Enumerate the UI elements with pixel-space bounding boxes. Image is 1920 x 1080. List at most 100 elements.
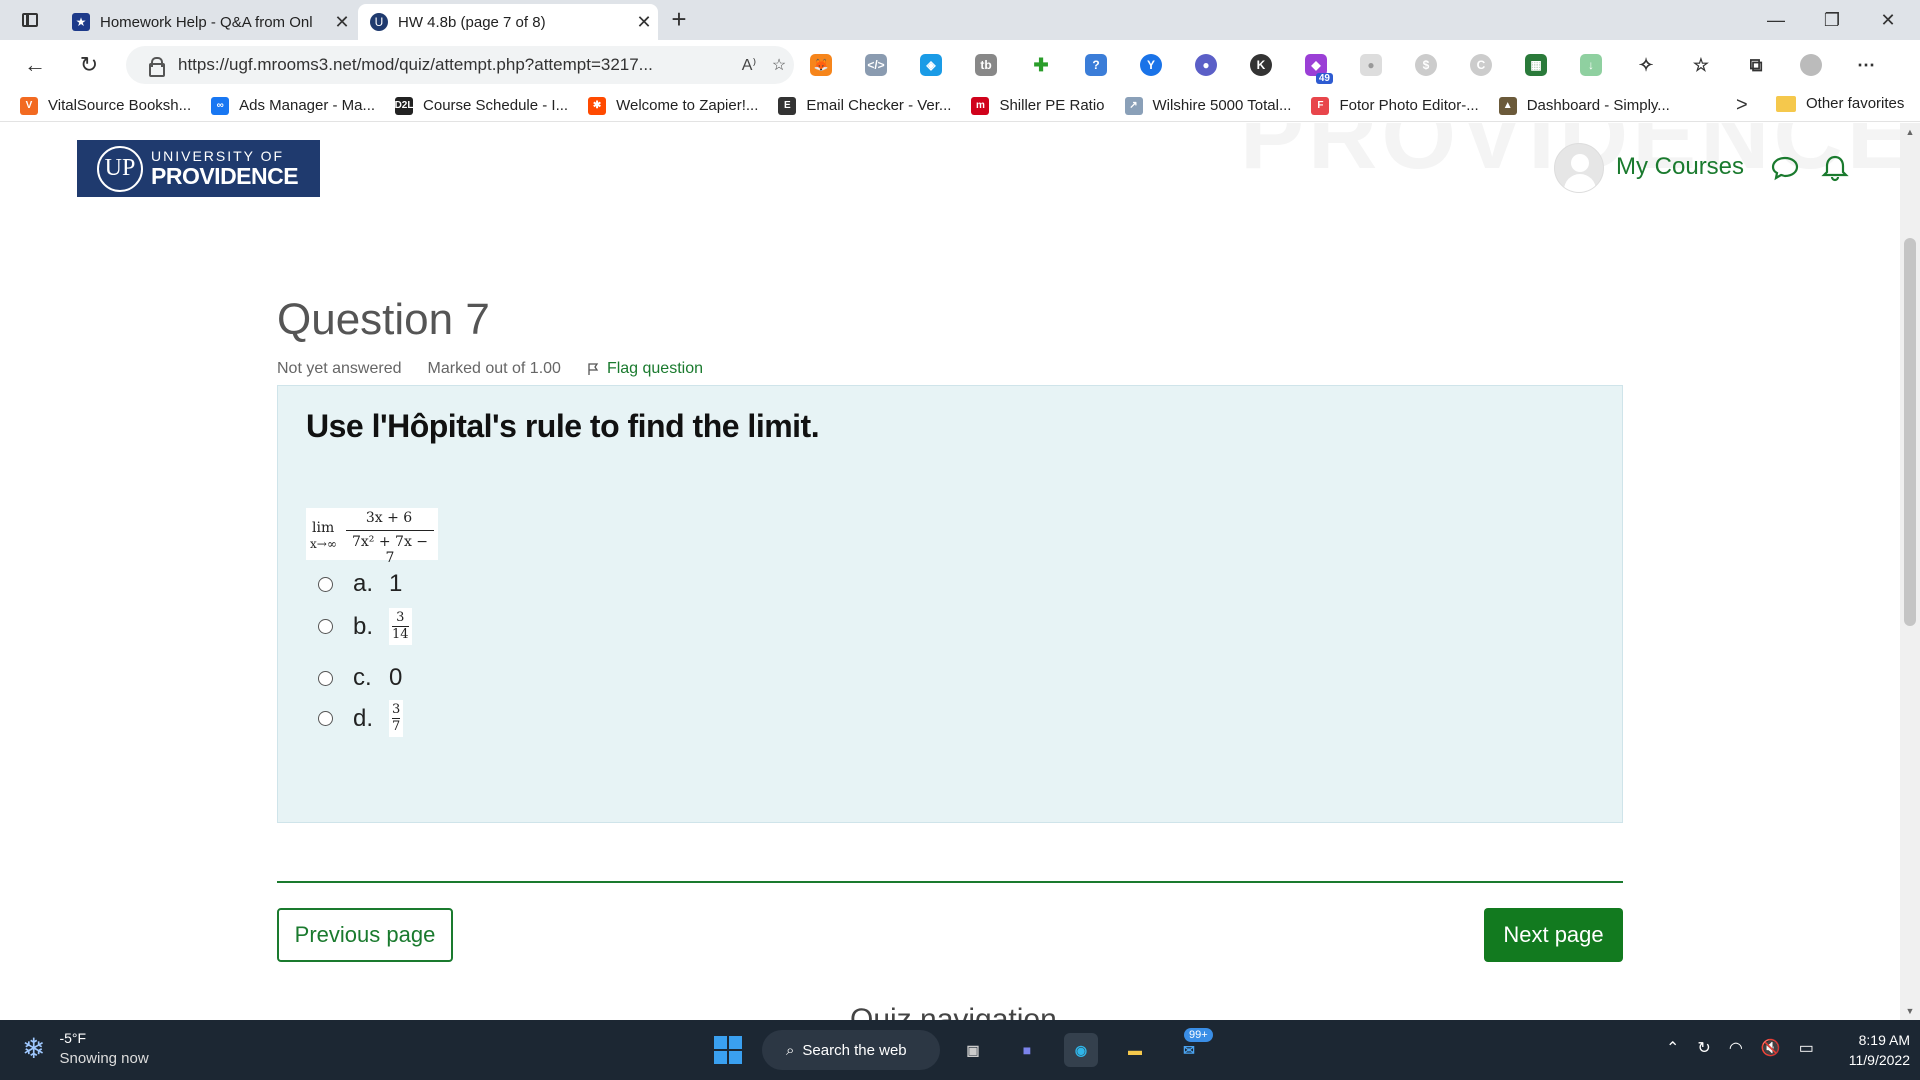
weather-status: Snowing now bbox=[59, 1050, 149, 1067]
formula-numerator: 3x + 6 bbox=[365, 510, 413, 526]
battery-icon[interactable]: ▭ bbox=[1799, 1038, 1814, 1058]
metamask-icon[interactable]: 🦊 bbox=[810, 54, 832, 76]
radio-button[interactable] bbox=[318, 619, 333, 634]
edge-browser-icon[interactable]: ◉ bbox=[1064, 1033, 1098, 1067]
answer-option-d[interactable]: d. 3 7 bbox=[318, 700, 404, 737]
gem-extension-icon[interactable]: ◆ 49 bbox=[1305, 54, 1333, 84]
dollar-extension-icon[interactable]: $ bbox=[1415, 54, 1437, 76]
c-extension-icon[interactable]: C bbox=[1470, 54, 1492, 76]
address-bar[interactable]: https://ugf.mrooms3.net/mod/quiz/attempt… bbox=[126, 46, 794, 84]
bookmark-item[interactable]: m Shiller PE Ratio bbox=[971, 96, 1105, 115]
tag-extension-icon[interactable]: ◈ bbox=[920, 54, 942, 76]
download-extension-icon[interactable]: ↓ bbox=[1580, 54, 1602, 76]
bookmark-item[interactable]: ✱ Welcome to Zapier!... bbox=[588, 96, 759, 115]
notifications-bell-icon[interactable] bbox=[1820, 153, 1850, 183]
restore-button[interactable]: ❐ bbox=[1804, 6, 1860, 34]
option-letter: c. bbox=[353, 664, 372, 691]
scrollbar-thumb[interactable] bbox=[1904, 238, 1916, 626]
answer-option-c[interactable]: c. 0 bbox=[318, 664, 402, 692]
answer-option-a[interactable]: a. 1 bbox=[318, 570, 402, 598]
bookmark-label: Fotor Photo Editor-... bbox=[1339, 97, 1479, 114]
my-courses-link[interactable]: My Courses bbox=[1616, 153, 1744, 181]
more-menu-icon[interactable]: ⋯ bbox=[1855, 54, 1877, 76]
radio-button[interactable] bbox=[318, 670, 333, 686]
fraction-numerator: 3 bbox=[392, 702, 401, 717]
system-clock[interactable]: 8:19 AM 11/9/2022 bbox=[1820, 1030, 1910, 1070]
close-tab-icon[interactable]: ✕ bbox=[328, 12, 356, 33]
refresh-button[interactable]: ↻ bbox=[72, 50, 106, 80]
weather-widget[interactable]: ❄ -5°F Snowing now bbox=[22, 1030, 149, 1067]
url-text[interactable]: https://ugf.mrooms3.net/mod/quiz/attempt… bbox=[178, 55, 734, 75]
previous-page-button[interactable]: Previous page bbox=[277, 908, 453, 962]
tb-extension-icon[interactable]: tb bbox=[975, 54, 997, 76]
question-status: Not yet answered bbox=[277, 360, 402, 377]
scroll-up-arrow[interactable]: ▲ bbox=[1900, 127, 1920, 137]
bookmark-label: Ads Manager - Ma... bbox=[239, 97, 376, 114]
add-favorite-icon[interactable]: ☆ bbox=[764, 55, 794, 75]
bookmark-item[interactable]: ↗ Wilshire 5000 Total... bbox=[1124, 96, 1291, 115]
messages-icon[interactable] bbox=[1770, 153, 1800, 183]
sheet-extension-icon[interactable]: ▦ bbox=[1525, 54, 1547, 76]
bookmark-item[interactable]: E Email Checker - Ver... bbox=[778, 96, 951, 115]
sync-icon[interactable]: ↻ bbox=[1697, 1038, 1710, 1058]
puzzle-extensions-icon[interactable]: ✧ bbox=[1635, 54, 1657, 76]
minimize-button[interactable]: — bbox=[1748, 6, 1804, 34]
scroll-down-arrow[interactable]: ▼ bbox=[1900, 1006, 1920, 1016]
k-extension-icon[interactable]: K bbox=[1250, 54, 1272, 76]
lock-icon[interactable] bbox=[146, 56, 165, 77]
formula-subscript: x→∞ bbox=[310, 537, 337, 551]
user-avatar[interactable] bbox=[1554, 143, 1604, 193]
clock-time: 8:19 AM bbox=[1858, 1032, 1910, 1048]
next-page-button[interactable]: Next page bbox=[1484, 908, 1623, 962]
messenger-extension-icon[interactable]: ● bbox=[1195, 54, 1217, 76]
profile-avatar[interactable] bbox=[1800, 54, 1822, 76]
question-info: Not yet answered Marked out of 1.00 Flag… bbox=[277, 360, 703, 378]
wifi-icon[interactable]: ◠ bbox=[1729, 1038, 1743, 1058]
vitalsource-icon: V bbox=[20, 96, 38, 115]
limit-formula: lim x→∞ 3x + 6 7x² + 7x − 7 bbox=[306, 508, 438, 566]
page-scrollbar[interactable]: ▲ ▼ bbox=[1900, 123, 1920, 1020]
answer-option-b[interactable]: b. 3 14 bbox=[318, 608, 412, 645]
collections-icon[interactable]: ⧉ bbox=[1745, 54, 1767, 76]
bookmark-item[interactable]: ∞ Ads Manager - Ma... bbox=[211, 96, 376, 115]
chart-icon: ↗ bbox=[1124, 96, 1143, 115]
favorites-icon[interactable]: ☆ bbox=[1690, 54, 1712, 76]
new-tab-button[interactable]: + bbox=[664, 6, 694, 34]
code-icon[interactable]: </> bbox=[865, 54, 887, 76]
yoast-icon[interactable]: Y bbox=[1140, 54, 1162, 76]
flag-question-link[interactable]: Flag question bbox=[587, 360, 703, 378]
drop-extension-icon[interactable]: ● bbox=[1360, 54, 1382, 76]
radio-button[interactable] bbox=[318, 576, 333, 592]
close-tab-icon[interactable]: ✕ bbox=[630, 12, 658, 33]
bookmark-item[interactable]: F Fotor Photo Editor-... bbox=[1311, 96, 1479, 115]
bookmark-label: Welcome to Zapier!... bbox=[616, 97, 759, 114]
d2l-icon: D2L bbox=[395, 96, 413, 115]
bookmark-label: Shiller PE Ratio bbox=[999, 97, 1105, 114]
option-letter: a. bbox=[353, 570, 374, 597]
tab-actions-button[interactable] bbox=[14, 8, 46, 32]
question-marks: Marked out of 1.00 bbox=[427, 360, 561, 377]
taskbar-search[interactable]: ⌕ Search the web bbox=[762, 1030, 940, 1070]
file-explorer-icon[interactable]: ▬ bbox=[1118, 1033, 1152, 1067]
radio-button[interactable] bbox=[318, 711, 333, 726]
tab-hw-quiz[interactable]: U HW 4.8b (page 7 of 8) ✕ bbox=[358, 4, 658, 40]
bookmarks-overflow-chevron-icon[interactable]: > bbox=[1736, 94, 1748, 117]
plus-extension-icon[interactable]: ✚ bbox=[1030, 54, 1052, 76]
start-button[interactable] bbox=[714, 1036, 742, 1064]
back-button[interactable]: ← bbox=[18, 50, 52, 80]
read-aloud-icon[interactable]: A⁾ bbox=[734, 55, 764, 75]
option-fraction: 3 14 bbox=[389, 608, 412, 645]
close-window-button[interactable]: ✕ bbox=[1860, 6, 1916, 34]
chevron-up-icon[interactable]: ⌃ bbox=[1666, 1038, 1679, 1058]
bookmark-item[interactable]: D2L Course Schedule - I... bbox=[395, 96, 568, 115]
tab-homework-help[interactable]: ★ Homework Help - Q&A from Onl ✕ bbox=[60, 4, 356, 40]
task-view-icon[interactable]: ▣ bbox=[956, 1033, 990, 1067]
other-favorites-folder[interactable]: Other favorites bbox=[1776, 95, 1904, 112]
tab-bar: ★ Homework Help - Q&A from Onl ✕ U HW 4.… bbox=[0, 0, 1920, 40]
speaker-muted-icon[interactable]: 🔇 bbox=[1761, 1038, 1781, 1058]
teams-chat-icon[interactable]: ■ bbox=[1010, 1033, 1044, 1067]
bookmark-item[interactable]: V VitalSource Booksh... bbox=[20, 96, 191, 115]
university-logo[interactable]: UP UNIVERSITY OF PROVIDENCE bbox=[77, 140, 320, 197]
clipboard-extension-icon[interactable]: ? bbox=[1085, 54, 1107, 76]
bookmark-item[interactable]: ▲ Dashboard - Simply... bbox=[1498, 96, 1670, 115]
